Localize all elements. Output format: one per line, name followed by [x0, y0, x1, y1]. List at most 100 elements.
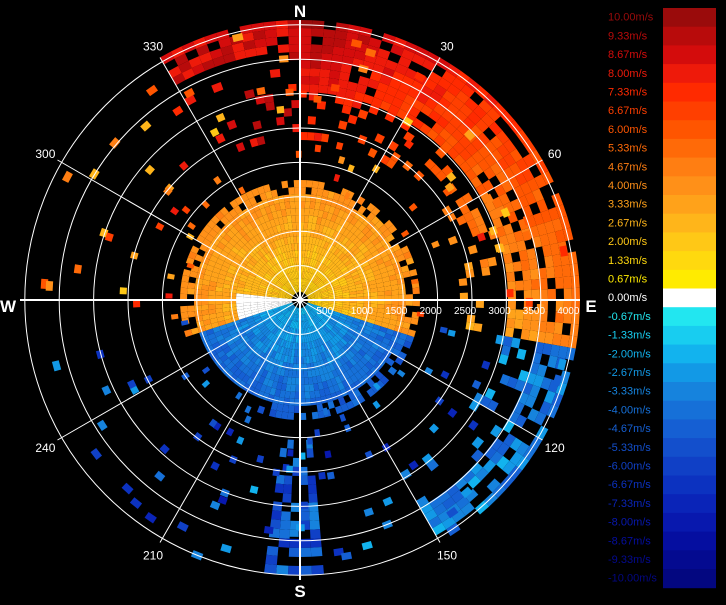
velocity-cell [276, 105, 285, 114]
velocity-cell [274, 483, 284, 494]
velocity-cell [313, 95, 322, 104]
velocity-cell [282, 404, 289, 413]
velocity-cell [428, 423, 439, 434]
velocity-cell [282, 493, 292, 503]
azimuth-label: 300 [35, 147, 55, 161]
azimuth-label: 30 [440, 39, 454, 53]
velocity-cell [291, 377, 296, 385]
compass-west-label: W [0, 297, 17, 316]
velocity-cell [269, 68, 281, 78]
velocity-cell [215, 291, 223, 296]
velocity-cell [300, 132, 308, 141]
velocity-cell [290, 208, 296, 216]
velocity-cell [308, 502, 319, 512]
velocity-cell [265, 554, 278, 565]
velocity-cell [309, 511, 320, 521]
legend-swatch [663, 101, 716, 121]
velocity-cell [361, 540, 373, 551]
legend-swatch [663, 195, 716, 215]
velocity-cell [172, 105, 184, 117]
velocity-cell [520, 329, 531, 341]
velocity-cell [481, 266, 491, 276]
velocity-cell [310, 547, 323, 557]
velocity-cell [285, 88, 294, 96]
velocity-cell [180, 287, 188, 295]
velocity-cell [308, 484, 317, 494]
velocity-cell [528, 258, 538, 270]
velocity-cell [504, 327, 515, 338]
velocity-cell [459, 292, 468, 300]
legend-label: -4.67m/s [608, 423, 651, 435]
radar-center-marker [297, 297, 303, 303]
velocity-cell [244, 405, 252, 414]
legend-swatch [663, 325, 716, 346]
velocity-cell [317, 181, 325, 190]
velocity-cell [176, 521, 189, 532]
legend-label: 2.67m/s [608, 217, 648, 229]
azimuth-label: 60 [548, 147, 562, 161]
velocity-cell [300, 28, 312, 37]
velocity-cell [563, 288, 572, 300]
velocity-cell [471, 449, 484, 463]
velocity-cell [370, 291, 378, 297]
legend-label: -5.33m/s [608, 442, 651, 454]
velocity-cell [101, 385, 112, 396]
velocity-cell [320, 60, 332, 70]
velocity-cell [165, 293, 173, 299]
azimuth-label: 240 [35, 441, 55, 455]
velocity-cell [109, 137, 121, 149]
velocity-cell [388, 140, 399, 152]
velocity-cell [561, 264, 571, 277]
velocity-cell [330, 62, 342, 72]
velocity-cell [553, 322, 563, 335]
velocity-cell [473, 322, 483, 332]
legend-label: -3.33m/s [608, 386, 651, 398]
velocity-cell [408, 460, 419, 471]
range-label: 4000 [557, 306, 580, 317]
velocity-cell [384, 290, 392, 296]
velocity-cell [222, 291, 230, 297]
velocity-cell [288, 547, 300, 557]
velocity-cell [305, 194, 312, 202]
velocity-cell [249, 485, 259, 494]
legend-label: -8.00m/s [608, 517, 651, 529]
velocity-cell [530, 268, 540, 280]
velocity-cell [235, 391, 243, 400]
range-label: 1500 [385, 306, 408, 317]
velocity-cell [201, 289, 209, 296]
velocity-cell [410, 317, 419, 325]
velocity-cell [544, 255, 554, 268]
velocity-cell [208, 304, 216, 310]
velocity-cell [187, 221, 196, 230]
velocity-cell [170, 313, 179, 320]
velocity-cell [329, 69, 341, 80]
velocity-cell [306, 132, 315, 141]
velocity-cell [551, 192, 564, 207]
velocity-cell [144, 164, 155, 176]
legend-label: 8.67m/s [608, 49, 648, 61]
legend-swatch [663, 176, 716, 196]
legend-swatch [663, 269, 716, 289]
legend-swatch [663, 456, 716, 476]
azimuth-label: 120 [545, 441, 565, 455]
legend-swatch [663, 419, 716, 439]
velocity-cell [377, 304, 385, 309]
velocity-cell [264, 563, 277, 574]
velocity-cell [309, 68, 321, 77]
velocity-cell [62, 170, 73, 183]
velocity-cell [201, 304, 209, 311]
velocity-cell [531, 289, 540, 300]
velocity-cell [181, 205, 191, 215]
velocity-cell [265, 37, 278, 47]
legend-swatch [663, 382, 716, 402]
velocity-cell [45, 280, 54, 291]
velocity-cell [256, 86, 266, 96]
velocity-cell [498, 353, 509, 365]
legend-label: -7.33m/s [608, 498, 651, 510]
legend-swatch [663, 307, 716, 327]
velocity-cell [291, 100, 300, 109]
legend-label: -6.67m/s [608, 479, 651, 491]
range-label: 3000 [488, 306, 511, 317]
velocity-cell [291, 215, 296, 223]
velocity-cell [143, 374, 154, 384]
